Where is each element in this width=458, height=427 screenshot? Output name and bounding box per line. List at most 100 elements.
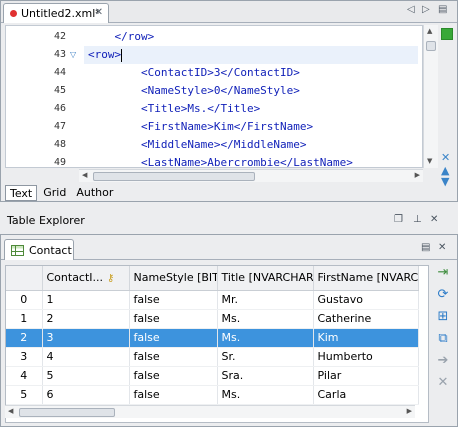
scroll-left-arrow-icon[interactable]: ◀ — [8, 407, 13, 415]
scroll-right-arrow-icon[interactable]: ▶ — [415, 171, 420, 179]
table-cell[interactable]: Gustavo — [313, 290, 419, 310]
code-line[interactable]: <LastName>Abercrombie</LastName> — [88, 154, 353, 167]
column-header[interactable]: FirstName [NVARCH — [313, 266, 419, 291]
column-header[interactable] — [6, 266, 43, 291]
code-line[interactable]: <ContactID>3</ContactID> — [88, 64, 300, 82]
table-cell[interactable]: Kim — [313, 328, 419, 348]
table-explorer-header: Table Explorer ❐ ⊥ ✕ — [0, 211, 458, 231]
column-header[interactable]: NameStyle [BIT] — [129, 266, 218, 291]
close-icon[interactable]: ✕ — [95, 7, 103, 18]
table-cell[interactable]: false — [129, 347, 218, 367]
code-line[interactable]: <FirstName>Kim</FirstName> — [88, 118, 313, 136]
column-header[interactable]: ContactI... ⚷ — [42, 266, 130, 291]
table-row[interactable]: 3 4 false Sr. Humberto — [6, 347, 419, 367]
table-row[interactable]: 2 3 false Ms. Kim — [6, 328, 419, 348]
code-line[interactable]: <Title>Ms.</Title> — [88, 100, 260, 118]
table-explorer-pane: Contact ▤ ✕ ContactI... ⚷ NameStyle [BIT] T… — [0, 234, 458, 427]
row-index-cell[interactable]: 3 — [6, 347, 43, 367]
table-cell[interactable]: false — [129, 366, 218, 386]
modified-indicator-icon — [10, 10, 17, 17]
scrollbar-thumb[interactable] — [426, 41, 436, 51]
editor-vertical-scrollbar[interactable]: ▲ ▼ — [423, 25, 438, 168]
table-cell[interactable]: 5 — [42, 366, 130, 386]
table-cell[interactable]: false — [129, 309, 218, 329]
line-number: 43 — [53, 49, 66, 60]
row-index-cell[interactable]: 1 — [6, 309, 43, 329]
scroll-up-arrow-icon[interactable]: ▲ — [427, 27, 432, 35]
restore-view-icon[interactable]: ❐ — [394, 214, 403, 225]
grid-horizontal-scrollbar[interactable]: ◀ ▶ — [5, 405, 415, 418]
table-cell[interactable]: Catherine — [313, 309, 419, 329]
tab-menu-icon[interactable]: ▤ — [421, 242, 430, 253]
table-cell[interactable]: Carla — [313, 385, 419, 405]
code-line-current[interactable]: <row> — [84, 46, 418, 64]
table-cell[interactable]: 2 — [42, 309, 130, 329]
tab-mode-author[interactable]: Author — [72, 185, 117, 201]
table-cell[interactable]: Ms. — [217, 328, 314, 348]
table-cell[interactable]: 3 — [42, 328, 130, 348]
table-row[interactable]: 0 1 false Mr. Gustavo — [6, 290, 419, 310]
table-row[interactable]: 5 6 false Ms. Carla — [6, 385, 419, 405]
append-row-icon[interactable]: ⊞ — [435, 309, 451, 325]
data-grid[interactable]: ContactI... ⚷ NameStyle [BIT] Title [NVARCH… — [5, 265, 429, 423]
move-row-icon[interactable]: ➔ — [435, 353, 451, 369]
scroll-left-arrow-icon[interactable]: ◀ — [82, 171, 87, 179]
code-line[interactable]: <MiddleName></MiddleName> — [88, 136, 307, 154]
scrollbar-thumb[interactable] — [19, 408, 115, 417]
scrollbar-thumb[interactable] — [93, 172, 255, 181]
column-header[interactable]: Title [NVARCHAR] — [217, 266, 314, 291]
refresh-icon[interactable]: ⟳ — [435, 287, 451, 303]
close-icon[interactable]: ✕ — [438, 242, 446, 253]
text-caret — [121, 48, 123, 62]
table-cell[interactable]: Sr. — [217, 347, 314, 367]
table-cell[interactable]: Pilar — [313, 366, 419, 386]
row-index-cell[interactable]: 5 — [6, 385, 43, 405]
tab-label: Contact — [29, 243, 72, 257]
table-row[interactable]: 1 2 false Ms. Catherine — [6, 309, 419, 329]
code-text: <row> — [88, 48, 122, 61]
tab-scroll-right-icon[interactable]: ▷ — [422, 4, 430, 15]
table-cell[interactable]: Ms. — [217, 309, 314, 329]
scroll-down-arrow-icon[interactable]: ▼ — [427, 157, 432, 165]
code-editor-area[interactable]: 42 43 ▽ 44 45 46 47 48 49 </row> <row> <ContactID… — [5, 25, 423, 168]
editor-horizontal-scrollbar[interactable]: ◀ ▶ — [79, 169, 423, 182]
table-cell[interactable]: 6 — [42, 385, 130, 405]
pin-icon[interactable]: ⊥ — [413, 214, 422, 225]
table-cell[interactable]: Humberto — [313, 347, 419, 367]
tab-mode-text[interactable]: Text — [5, 185, 38, 201]
fold-toggle-icon[interactable]: ▽ — [70, 50, 78, 59]
row-index-cell[interactable]: 0 — [6, 290, 43, 310]
scroll-right-arrow-icon[interactable]: ▶ — [407, 407, 412, 415]
row-index-cell[interactable]: 4 — [6, 366, 43, 386]
code-text: </row> — [88, 30, 155, 43]
code-line[interactable]: </row> — [88, 28, 154, 46]
table-cell[interactable]: Mr. — [217, 290, 314, 310]
line-number-gutter: 42 43 ▽ 44 45 46 47 48 49 — [6, 26, 80, 167]
table-cell[interactable]: false — [129, 385, 218, 405]
editor-mode-tabs: Text Grid Author — [5, 185, 119, 201]
row-index-cell[interactable]: 2 — [6, 328, 43, 348]
duplicate-row-icon[interactable]: ⧉ — [435, 331, 451, 347]
close-icon[interactable]: ✕ — [430, 214, 438, 225]
tab-scroll-left-icon[interactable]: ◁ — [407, 4, 415, 15]
contact-table: ContactI... ⚷ NameStyle [BIT] Title [NVARCH… — [6, 266, 419, 405]
close-search-icon[interactable]: ✕ — [441, 151, 450, 164]
table-cell[interactable]: 1 — [42, 290, 130, 310]
insert-row-icon[interactable]: ⇥ — [435, 265, 451, 281]
code-line[interactable]: <NameStyle>0</NameStyle> — [88, 82, 300, 100]
next-match-icon[interactable]: ▼ — [441, 175, 449, 188]
table-cell[interactable]: false — [129, 328, 218, 348]
tab-mode-grid[interactable]: Grid — [39, 185, 70, 201]
table-row[interactable]: 4 5 false Sra. Pilar — [6, 366, 419, 386]
line-number: 45 — [53, 85, 66, 96]
table-cell[interactable]: Sra. — [217, 366, 314, 386]
table-cell[interactable]: false — [129, 290, 218, 310]
document-status-ok-icon[interactable] — [441, 28, 453, 40]
delete-row-icon[interactable]: ✕ — [435, 375, 451, 391]
tab-contact[interactable]: Contact — [4, 239, 74, 260]
table-cell[interactable]: 4 — [42, 347, 130, 367]
table-cell[interactable]: Ms. — [217, 385, 314, 405]
tab-menu-icon[interactable]: ▤ — [438, 4, 447, 15]
tab-untitled2-xml[interactable]: Untitled2.xml* ✕ — [3, 3, 109, 23]
code-text: <Title>Ms.</Title> — [88, 102, 261, 115]
